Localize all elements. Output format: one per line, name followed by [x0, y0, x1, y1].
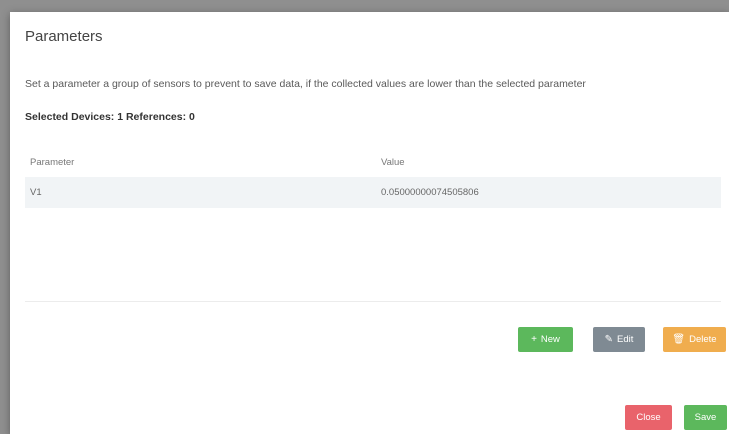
- delete-button[interactable]: 🗑 Delete: [663, 327, 726, 352]
- column-header-parameter: Parameter: [30, 156, 75, 168]
- save-button-label: Save: [694, 412, 717, 423]
- new-button[interactable]: + New: [518, 327, 573, 352]
- table-header: Parameter Value: [25, 147, 721, 177]
- trash-icon: 🗑: [672, 333, 686, 345]
- delete-button-label: Delete: [689, 334, 717, 345]
- selected-devices-info: Selected Devices: 1 References: 0: [25, 111, 195, 123]
- save-button[interactable]: Save: [684, 405, 727, 430]
- cell-value: 0.05000000074505806: [381, 187, 479, 198]
- parameters-dialog: Parameters Set a parameter a group of se…: [10, 12, 729, 434]
- edit-button-label: Edit: [617, 334, 634, 345]
- plus-icon: +: [531, 333, 537, 345]
- edit-button[interactable]: ✎ Edit: [593, 327, 645, 352]
- dialog-description: Set a parameter a group of sensors to pr…: [25, 78, 586, 90]
- close-button-label: Close: [636, 412, 661, 423]
- pencil-icon: ✎: [604, 333, 613, 345]
- column-header-value: Value: [381, 156, 405, 168]
- close-button[interactable]: Close: [625, 405, 672, 430]
- cell-parameter: V1: [30, 187, 42, 198]
- new-button-label: New: [540, 334, 560, 345]
- divider: [25, 301, 721, 302]
- parameters-table: Parameter Value V1 0.05000000074505806: [25, 147, 721, 208]
- dialog-title: Parameters: [25, 28, 103, 45]
- table-row[interactable]: V1 0.05000000074505806: [25, 177, 721, 208]
